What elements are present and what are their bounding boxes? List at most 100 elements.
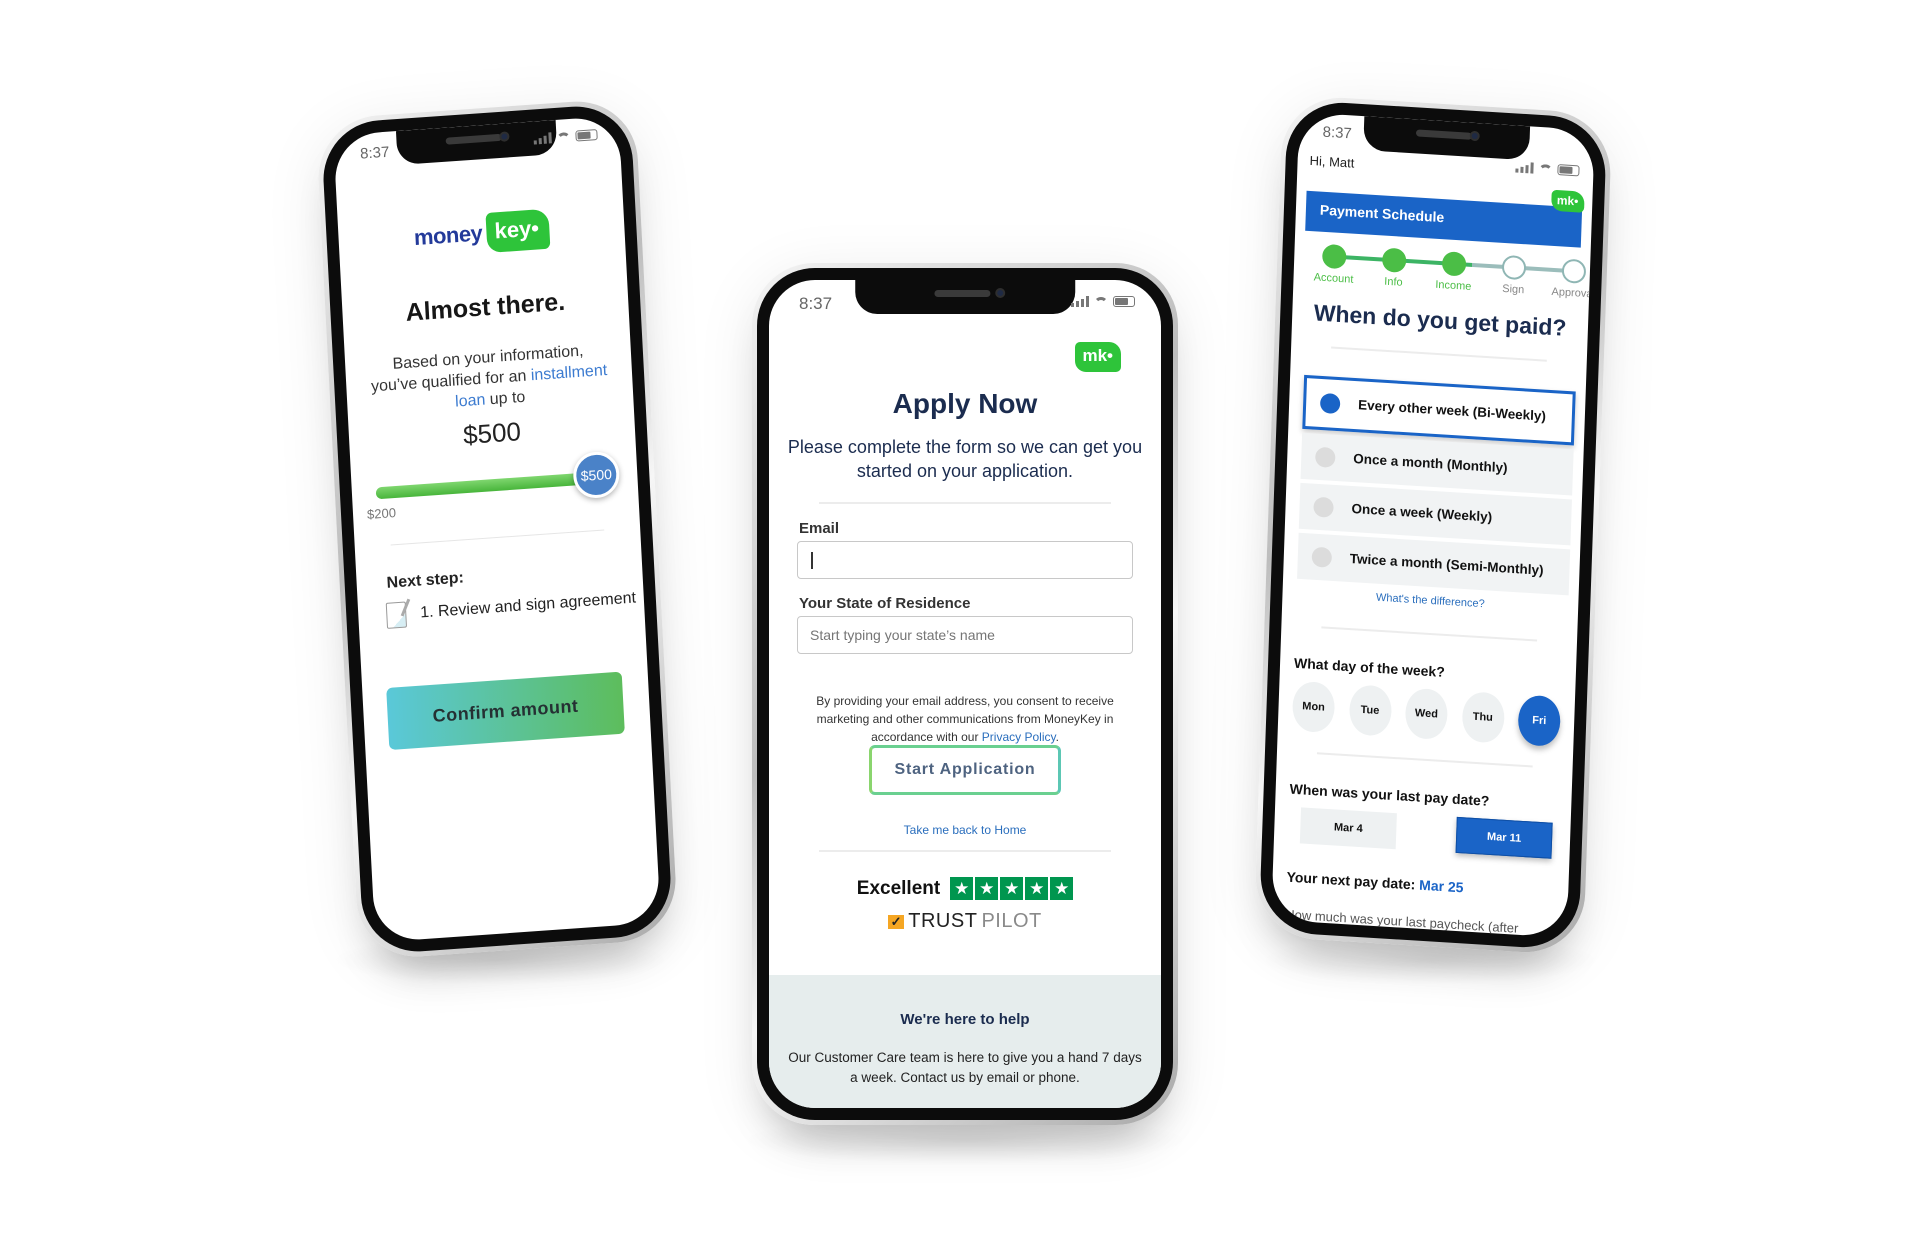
email-field[interactable]: [797, 541, 1133, 579]
paycheck-question: How much was your last paycheck (after: [1285, 906, 1519, 936]
status-icons: [1515, 161, 1580, 177]
last-pay-question: When was your last pay date?: [1289, 780, 1490, 809]
star-icon: ★: [950, 877, 974, 900]
trustpilot-logo: ✓ TRUST PILOT: [769, 910, 1161, 933]
consent-text: By providing your email address, you con…: [799, 692, 1131, 746]
start-application-button[interactable]: Start Application: [869, 745, 1061, 795]
day-option[interactable]: Fri: [1517, 694, 1562, 748]
wifi-icon: [1538, 163, 1553, 175]
battery-icon: [575, 129, 598, 142]
confirm-amount-button[interactable]: Confirm amount: [386, 671, 625, 751]
status-icons: [1071, 296, 1135, 307]
email-label: Email: [799, 520, 840, 537]
phone-screen: 8:37 money key• Almost there. Based on y…: [333, 115, 661, 943]
signal-icon: [1515, 161, 1534, 174]
rating-label: Excellent: [856, 877, 941, 899]
amount-slider-track[interactable]: [375, 471, 598, 500]
next-step-heading: Next step:: [386, 569, 465, 592]
next-pay-date: Your next pay date: Mar 25: [1286, 869, 1463, 896]
step-dot: [1501, 254, 1527, 281]
amount-slider-thumb[interactable]: $500: [572, 450, 621, 500]
step-dot: [1561, 258, 1587, 284]
signal-icon: [1071, 296, 1089, 307]
phone-screen: 8:37 mk• Apply Now Please complete the f…: [769, 280, 1161, 1108]
mk-logo: mk•: [1551, 189, 1585, 213]
section-title: Payment Schedule: [1319, 201, 1445, 226]
status-time: 8:37: [359, 143, 390, 163]
consent-body: By providing your email address, you con…: [816, 694, 1114, 744]
day-option[interactable]: Wed: [1404, 687, 1449, 741]
step-label: Account: [1313, 271, 1354, 286]
progress-stepper: Account Info Income Sign Approval: [1307, 241, 1595, 308]
logo-badge-text: key: [493, 215, 532, 244]
next-pay-label: Your next pay date:: [1286, 868, 1420, 893]
moneykey-logo: money key•: [338, 203, 625, 263]
frequency-option-label: Every other week (Bi-Weekly): [1357, 397, 1547, 424]
step-label: Sign: [1502, 282, 1525, 297]
help-title: We're here to help: [900, 1011, 1030, 1028]
trustpilot-check-icon: ✓: [888, 914, 905, 929]
next-step-text: 1. Review and sign agreement: [419, 589, 637, 622]
battery-icon: [1113, 296, 1135, 307]
day-option[interactable]: Mon: [1291, 680, 1336, 734]
wifi-icon: [1094, 296, 1108, 307]
divider: [390, 529, 605, 546]
star-icon: ★: [1050, 877, 1074, 900]
phone-bezel: 8:37 money key• Almost there. Based on y…: [320, 102, 674, 956]
mk-logo-text: mk: [1556, 193, 1575, 209]
status-time: 8:37: [799, 294, 833, 313]
star-icon: ★: [975, 877, 999, 900]
notch: [1363, 116, 1530, 161]
greeting: Hi, Matt: [1309, 152, 1355, 171]
speaker: [1415, 129, 1472, 140]
wifi-icon: [556, 131, 571, 143]
phone-screen: 8:37 Hi, Matt Payment Schedule mk• Accou…: [1271, 112, 1595, 938]
step-label: Approval: [1551, 285, 1595, 301]
notch: [855, 280, 1075, 314]
date-option[interactable]: Mar 4: [1299, 807, 1397, 850]
divider: [1316, 752, 1533, 768]
page-subtitle: Please complete the form so we can get y…: [787, 437, 1143, 481]
radio-icon: [1311, 546, 1333, 568]
consent-end: .: [1055, 730, 1059, 744]
step-dot: [1441, 251, 1467, 277]
mk-logo-text: mk: [1082, 346, 1108, 365]
step-dot: [1321, 243, 1347, 270]
help-footer: We're here to help Our Customer Care tea…: [769, 975, 1161, 1108]
date-option[interactable]: Mar 11: [1455, 816, 1553, 859]
frequency-option-label: Once a week (Weekly): [1351, 501, 1493, 525]
frequency-option-label: Once a month (Monthly): [1353, 451, 1508, 476]
status-time: 8:37: [1322, 123, 1353, 143]
frequency-option-label: Twice a month (Semi-Monthly): [1349, 550, 1544, 578]
radio-icon: [1319, 392, 1341, 415]
day-option[interactable]: Tue: [1348, 684, 1392, 737]
help-text: Our Customer Care team is here to give y…: [788, 1050, 1142, 1085]
speaker: [934, 290, 991, 297]
phone-middle: 8:37 mk• Apply Now Please complete the f…: [752, 263, 1178, 1125]
day-option[interactable]: Thu: [1460, 691, 1505, 744]
logo-badge: key•: [485, 208, 551, 254]
divider: [1321, 626, 1538, 642]
page-title: Apply Now: [892, 388, 1038, 419]
slider-min-label: $200: [366, 505, 397, 523]
privacy-policy-link[interactable]: Privacy Policy: [982, 730, 1056, 744]
step-dot: [1381, 247, 1407, 273]
divider: [1331, 346, 1547, 362]
battery-icon: [1557, 164, 1580, 177]
trustpilot-word-b: PILOT: [981, 910, 1042, 932]
document-sign-icon: [385, 601, 408, 629]
camera-icon: [995, 288, 1006, 298]
phone-right: 8:37 Hi, Matt Payment Schedule mk• Accou…: [1253, 94, 1613, 956]
next-pay-value: Mar 25: [1418, 876, 1464, 896]
divider: [819, 502, 1111, 504]
camera-icon: [1469, 130, 1480, 142]
mockup-stage: 8:37 money key• Almost there. Based on y…: [0, 0, 1920, 1250]
signal-icon: [533, 132, 552, 145]
mk-logo: mk•: [1075, 342, 1121, 372]
back-home-link[interactable]: Take me back to Home: [769, 823, 1161, 837]
radio-icon: [1314, 446, 1336, 468]
state-input[interactable]: [797, 616, 1133, 654]
divider: [819, 850, 1111, 852]
qualification-text: Based on your information, you’ve qualif…: [369, 339, 610, 419]
speaker: [445, 133, 502, 145]
